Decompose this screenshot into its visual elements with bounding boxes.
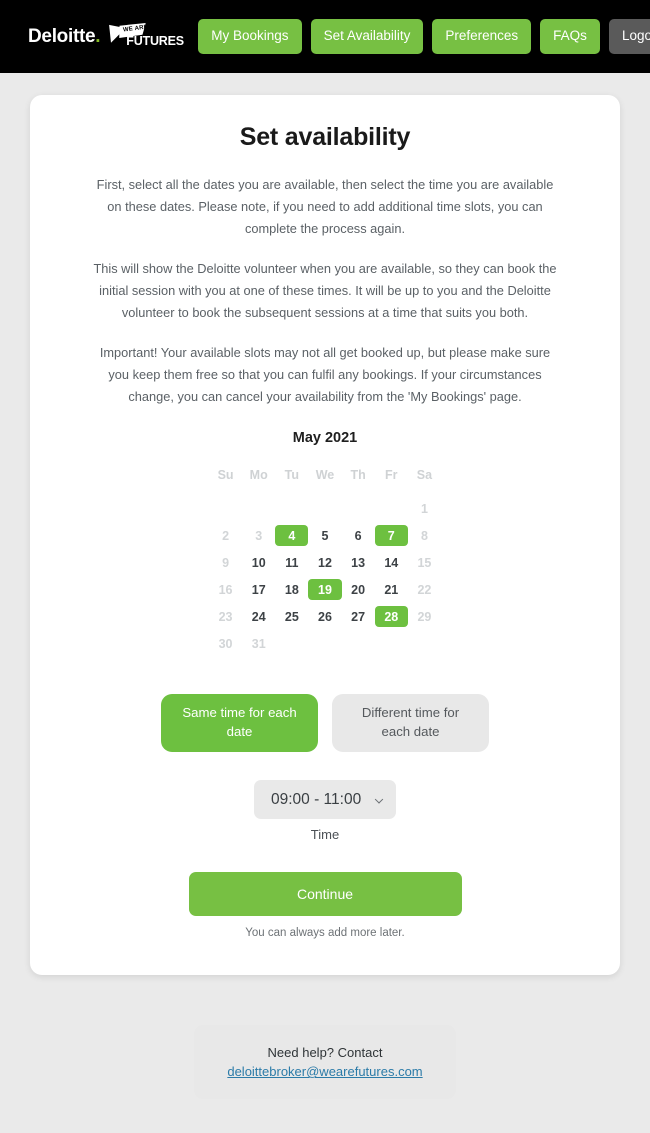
- intro-paragraph-3: Important! Your available slots may not …: [99, 345, 551, 404]
- help-footer: Need help? Contact deloittebroker@wearef…: [0, 1025, 650, 1133]
- intro-paragraph-1: First, select all the dates you are avai…: [96, 177, 554, 236]
- calendar-day-9: 9: [222, 555, 230, 570]
- brand-logo: Deloitte. WE ARE FUTURES: [28, 24, 184, 50]
- calendar-day-14[interactable]: 14: [375, 552, 408, 573]
- calendar-day-empty: [209, 498, 242, 519]
- calendar-day-empty: [242, 498, 275, 519]
- futures-label: FUTURES: [126, 33, 184, 48]
- time-mode-toggle-group: Same time for each date Different time f…: [66, 694, 584, 752]
- calendar-day-3: 3: [255, 528, 263, 543]
- continue-button[interactable]: Continue: [188, 872, 462, 916]
- calendar-month-label: May 2021: [292, 430, 358, 446]
- calendar-weekday-fr: Fr: [385, 468, 398, 482]
- we-are-futures-logo: WE ARE FUTURES: [109, 24, 184, 50]
- calendar-day-21[interactable]: 21: [375, 579, 408, 600]
- calendar-day-13[interactable]: 13: [342, 552, 375, 573]
- nav-item-set-availability[interactable]: Set Availability: [310, 19, 424, 54]
- calendar-day-8: 8: [420, 528, 428, 543]
- calendar-day-empty: [375, 498, 408, 519]
- calendar-day-empty: [375, 633, 408, 654]
- calendar-day-empty: [408, 633, 441, 654]
- time-select-wrapper: 09:00 - 11:00: [254, 780, 396, 819]
- top-navigation-bar: Deloitte. WE ARE FUTURES My Bookings Set…: [0, 0, 650, 73]
- deloitte-wordmark: Deloitte.: [28, 26, 101, 47]
- calendar-day-16: 16: [218, 582, 233, 597]
- continue-block: Continue You can always add more later.: [66, 872, 584, 939]
- calendar-day-22: 22: [417, 582, 432, 597]
- deloitte-wordmark-text: Deloitte: [28, 26, 96, 47]
- calendar-day-17[interactable]: 17: [242, 579, 275, 600]
- calendar-day-7[interactable]: 7: [374, 525, 408, 546]
- calendar-day-4[interactable]: 4: [275, 525, 309, 546]
- same-time-for-each-date-button[interactable]: Same time for each date: [161, 694, 318, 752]
- calendar-day-11[interactable]: 11: [275, 552, 308, 573]
- calendar-day-empty: [308, 498, 341, 519]
- intro-paragraph-2: This will show the Deloitte volunteer wh…: [93, 261, 557, 320]
- nav-item-faqs[interactable]: FAQs: [540, 19, 600, 54]
- calendar-weekday-tu: Tu: [284, 468, 300, 482]
- help-text: Need help? Contact: [267, 1045, 383, 1060]
- page-title: Set availability: [239, 123, 411, 151]
- calendar-day-20[interactable]: 20: [342, 579, 375, 600]
- calendar-day-empty: [342, 633, 375, 654]
- calendar-day-29: 29: [417, 609, 432, 624]
- calendar-day-31: 31: [251, 636, 266, 651]
- nav-item-logout[interactable]: Logout: [608, 19, 650, 54]
- calendar-day-2: 2: [222, 528, 230, 543]
- calendar-day-15: 15: [417, 555, 432, 570]
- page-body: Set availability First, select all the d…: [0, 73, 650, 975]
- time-select[interactable]: 09:00 - 11:00: [254, 780, 396, 819]
- calendar-day-12[interactable]: 12: [308, 552, 341, 573]
- calendar-weekday-mo: Mo: [249, 468, 268, 482]
- calendar-day-empty: [308, 633, 341, 654]
- calendar-day-27[interactable]: 27: [342, 606, 375, 627]
- nav-item-preferences[interactable]: Preferences: [432, 19, 532, 54]
- calendar-grid: Su Mo Tu We Th Fr Sa 1 2 3 4 5 6 7 8 9 10 11 12 13 14 15 16 17 1…: [209, 468, 441, 654]
- availability-calendar: May 2021 Su Mo Tu We Th Fr Sa 1 2 3 4 5 6 7 8 9 10 11 12 13…: [66, 430, 584, 654]
- calendar-day-23: 23: [218, 609, 233, 624]
- time-field-label: Time: [310, 827, 340, 842]
- calendar-day-empty: [275, 498, 308, 519]
- calendar-day-26[interactable]: 26: [308, 606, 341, 627]
- calendar-day-empty: [342, 498, 375, 519]
- nav-item-my-bookings[interactable]: My Bookings: [198, 19, 302, 54]
- continue-helper-text: You can always add more later.: [245, 927, 405, 939]
- calendar-day-6[interactable]: 6: [342, 525, 375, 546]
- different-time-for-each-date-button[interactable]: Different time for each date: [332, 694, 489, 752]
- calendar-day-24[interactable]: 24: [242, 606, 275, 627]
- calendar-weekday-th: Th: [350, 468, 366, 482]
- calendar-day-10[interactable]: 10: [242, 552, 275, 573]
- help-card: Need help? Contact deloittebroker@wearef…: [194, 1025, 456, 1100]
- calendar-day-empty: [275, 633, 308, 654]
- nav-links: My Bookings Set Availability Preferences…: [198, 19, 650, 54]
- calendar-day-19[interactable]: 19: [308, 579, 342, 600]
- calendar-day-1: 1: [420, 501, 428, 516]
- calendar-day-28[interactable]: 28: [374, 606, 408, 627]
- calendar-day-5[interactable]: 5: [308, 525, 341, 546]
- calendar-weekday-sa: Sa: [416, 468, 433, 482]
- availability-card: Set availability First, select all the d…: [30, 95, 620, 975]
- calendar-day-25[interactable]: 25: [275, 606, 308, 627]
- futures-flag-icon: WE ARE FUTURES: [109, 24, 184, 50]
- deloitte-green-dot: .: [95, 26, 101, 47]
- time-selection-block: 09:00 - 11:00 Time: [66, 780, 584, 842]
- calendar-weekday-we: We: [315, 468, 335, 482]
- calendar-day-18[interactable]: 18: [275, 579, 308, 600]
- help-email-link[interactable]: deloittebroker@wearefutures.com: [227, 1064, 422, 1079]
- calendar-weekday-su: Su: [217, 468, 234, 482]
- calendar-day-30: 30: [218, 636, 233, 651]
